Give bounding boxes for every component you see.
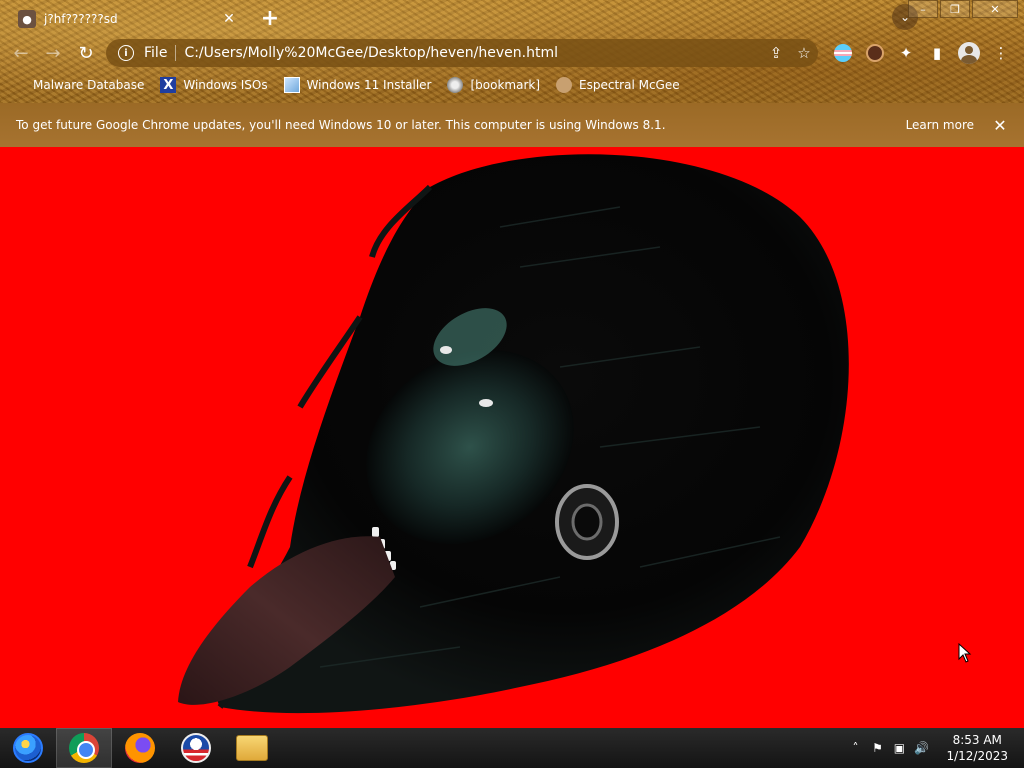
browser-tab[interactable]: ● j?hf??????sd ✕: [8, 4, 248, 34]
url-text[interactable]: C:/Users/Molly%20McGee/Desktop/heven/hev…: [184, 45, 762, 61]
disc-icon: [447, 77, 464, 93]
chrome-icon: [69, 733, 99, 763]
obama-logo-icon: [181, 733, 211, 763]
face-icon: [556, 77, 573, 93]
bookmark-malware-database[interactable]: Malware Database: [14, 78, 144, 92]
update-infobar: To get future Google Chrome updates, you…: [0, 103, 1024, 147]
back-button[interactable]: ←: [8, 40, 34, 66]
extension-avatar-icon[interactable]: [864, 42, 886, 64]
file-explorer-icon: [236, 735, 268, 761]
start-button[interactable]: [0, 728, 56, 768]
start-orb-icon: [13, 733, 43, 763]
side-panel-icon[interactable]: ▮: [926, 42, 948, 64]
action-center-flag-icon[interactable]: ⚑: [866, 741, 888, 755]
volume-icon[interactable]: 🔊: [910, 741, 932, 755]
profile-avatar-icon[interactable]: [958, 42, 980, 64]
address-bar[interactable]: i File C:/Users/Molly%20McGee/Desktop/he…: [106, 39, 818, 67]
infobar-message: To get future Google Chrome updates, you…: [16, 118, 666, 132]
bookmark-label: [bookmark]: [470, 78, 541, 92]
bookmark-windows-isos[interactable]: X Windows ISOs: [160, 77, 268, 93]
bookmark-label: Windows 11 Installer: [306, 78, 432, 92]
extension-flag-icon[interactable]: [832, 42, 854, 64]
share-icon[interactable]: ⇪: [762, 41, 790, 65]
minimize-button[interactable]: –: [908, 0, 938, 18]
system-clock[interactable]: 8:53 AM 1/12/2023: [946, 732, 1008, 764]
bookmark-4[interactable]: [bookmark]: [447, 77, 540, 93]
reload-button[interactable]: ↻: [73, 40, 99, 66]
plain-icon: [14, 78, 26, 92]
installer-icon: [283, 77, 300, 93]
taskbar-obama-logo[interactable]: [168, 728, 224, 768]
bookmark-windows-11-installer[interactable]: Windows 11 Installer: [283, 77, 432, 93]
taskbar-chrome[interactable]: [56, 728, 112, 768]
tab-favicon-icon: ●: [18, 10, 36, 28]
windows-taskbar: ˄ ⚑ ▣ 🔊 8:53 AM 1/12/2023: [0, 728, 1024, 768]
bookmark-label: Windows ISOs: [183, 78, 268, 92]
extensions-puzzle-icon[interactable]: ✦: [895, 42, 917, 64]
learn-more-link[interactable]: Learn more: [906, 118, 974, 132]
system-tray: ˄ ⚑ ▣ 🔊 8:53 AM 1/12/2023: [844, 728, 1024, 768]
window-controls: – ❐ ✕: [906, 0, 1018, 18]
bookmark-star-icon[interactable]: ☆: [790, 41, 818, 65]
tab-close-icon[interactable]: ✕: [220, 10, 238, 28]
clock-date: 1/12/2023: [946, 749, 1008, 763]
omnibox-divider: [175, 45, 177, 61]
bookmarks-bar: Malware Database X Windows ISOs Windows …: [0, 72, 1024, 98]
infobar-close-icon[interactable]: ✕: [990, 115, 1010, 135]
tray-chevron-icon[interactable]: ˄: [844, 741, 866, 755]
close-window-button[interactable]: ✕: [972, 0, 1018, 18]
page-content: [0, 147, 1024, 728]
site-info-icon[interactable]: i: [118, 45, 134, 61]
clock-time: 8:53 AM: [952, 733, 1002, 747]
taskbar-firefox[interactable]: [112, 728, 168, 768]
new-tab-button[interactable]: +: [258, 6, 282, 31]
chrome-menu-icon[interactable]: ⋮: [990, 42, 1012, 64]
taskbar-file-explorer[interactable]: [224, 728, 280, 768]
creature-artwork: [178, 154, 849, 714]
bookmark-espectral-mcgee[interactable]: Espectral McGee: [556, 77, 680, 93]
forward-button[interactable]: →: [40, 40, 66, 66]
x-icon: X: [160, 77, 177, 93]
scheme-label: File: [144, 45, 168, 61]
mouse-cursor-icon: [958, 643, 972, 663]
browser-toolbar: ← → ↻ i File C:/Users/Molly%20McGee/Desk…: [0, 36, 1024, 70]
bookmark-label: Espectral McGee: [579, 78, 680, 92]
restore-button[interactable]: ❐: [940, 0, 970, 18]
tab-title: j?hf??????sd: [44, 12, 118, 26]
firefox-icon: [125, 733, 155, 763]
network-icon[interactable]: ▣: [888, 741, 910, 755]
bookmark-label: Malware Database: [33, 78, 145, 92]
browser-frame: ● j?hf??????sd ✕ + ⌄ – ❐ ✕ ← → ↻ i File …: [0, 0, 1024, 103]
